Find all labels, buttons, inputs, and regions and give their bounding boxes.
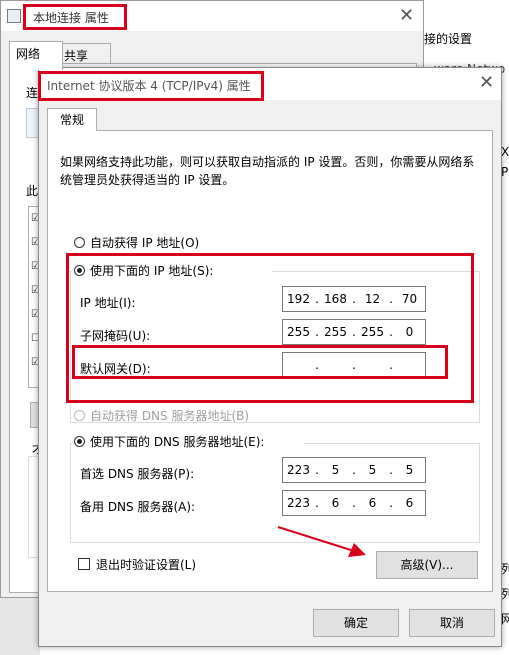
this-connection-label: 此 — [26, 184, 39, 198]
validate-label[interactable]: 退出时验证设置(L) — [96, 556, 196, 573]
manual-dns-legend: 使用下面的 DNS 服务器地址(E): — [72, 431, 304, 451]
annotation-highlight-title — [23, 4, 127, 30]
preferred-dns-label: 首选 DNS 服务器(P): — [80, 467, 195, 481]
tab-network-label: 网络 — [16, 47, 41, 61]
advanced-button[interactable]: 高级(V)... — [376, 551, 478, 579]
tab-network[interactable]: 网络 — [9, 41, 63, 70]
dns-octet: 223 — [287, 463, 310, 477]
dns-octet: 5 — [331, 463, 340, 477]
cancel-button[interactable]: 取消 — [409, 609, 495, 637]
window-titlebar: 本地连接 属性 ✕ — [1, 1, 423, 31]
preferred-dns-input[interactable]: 223. 5. 5. 5 — [282, 457, 426, 483]
close-icon[interactable]: ✕ — [399, 5, 414, 26]
dialog-titlebar: Internet 协议版本 4 (TCP/IPv4) 属性 ✕ — [38, 68, 501, 101]
ipv4-properties-dialog: Internet 协议版本 4 (TCP/IPv4) 属性 ✕ 常规 如果网络支… — [38, 67, 502, 647]
bg-right-col1: 列 — [501, 562, 509, 576]
close-icon[interactable]: ✕ — [479, 72, 494, 93]
general-panel: 如果网络支持此功能，则可以获取自动指派的 IP 设置。否则，你需要从网络系统管理… — [47, 130, 493, 592]
bg-right-text: 接的设置 — [424, 32, 473, 46]
manual-dns-radio[interactable] — [74, 436, 85, 447]
annotation-box-ip-settings — [66, 253, 474, 403]
bg-right-col2: 列 — [501, 587, 509, 601]
dns-octet: 6 — [331, 496, 340, 510]
network-icon — [7, 9, 21, 23]
annotation-box-gateway — [72, 345, 448, 379]
tab-sharing-label: 共享 — [64, 49, 89, 63]
connect-label: 连 — [26, 86, 39, 100]
manual-dns-label[interactable]: 使用下面的 DNS 服务器地址(E): — [90, 433, 264, 450]
dns-octet: 5 — [368, 463, 377, 477]
annotation-arrow-icon — [277, 526, 366, 557]
validate-checkbox[interactable] — [78, 558, 90, 570]
auto-dns-radio[interactable] — [74, 410, 85, 421]
taskbar-fragment — [0, 598, 40, 655]
dns-octet: 6 — [405, 496, 414, 510]
annotation-highlight-dialog-title — [38, 71, 264, 101]
tab-general-label: 常规 — [59, 113, 84, 127]
ok-button[interactable]: 确定 — [313, 609, 399, 637]
bg-right-x: X — [501, 145, 509, 159]
auto-ip-label[interactable]: 自动获得 IP 地址(O) — [90, 234, 199, 251]
description-text: 如果网络支持此功能，则可以获取自动指派的 IP 设置。否则，你需要从网络系统管理… — [60, 155, 475, 187]
auto-ip-radio[interactable] — [74, 237, 85, 248]
dns-octet: 5 — [405, 463, 414, 477]
auto-dns-label[interactable]: 自动获得 DNS 服务器地址(B) — [90, 407, 249, 424]
alternate-dns-input[interactable]: 223. 6. 6. 6 — [282, 490, 426, 516]
dns-octet: 223 — [287, 496, 310, 510]
bg-right-p: P — [501, 165, 509, 179]
alternate-dns-label: 备用 DNS 服务器(A): — [80, 500, 196, 514]
tab-general[interactable]: 常规 — [47, 108, 97, 131]
dns-octet: 6 — [368, 496, 377, 510]
bg-right-col3: 网 — [501, 612, 509, 626]
